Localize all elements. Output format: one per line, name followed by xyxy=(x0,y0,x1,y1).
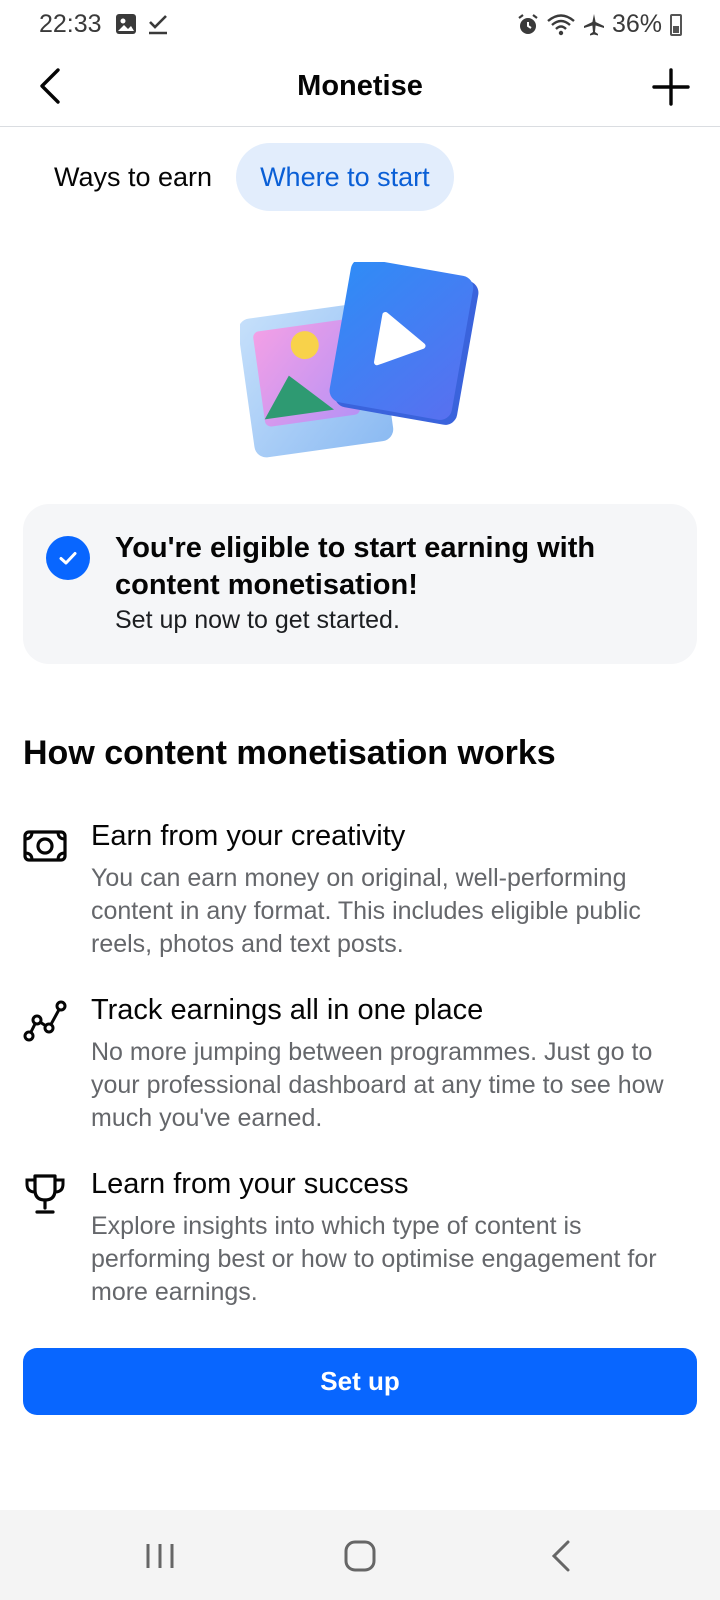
check-icon xyxy=(149,15,167,35)
money-icon xyxy=(23,830,67,862)
trend-line-icon xyxy=(23,1000,67,1042)
battery-percent: 36% xyxy=(611,10,662,38)
photo-video-icon xyxy=(240,262,479,458)
section-heading: How content monetisation works xyxy=(23,734,556,772)
plus-icon[interactable] xyxy=(648,64,694,110)
alarm-icon xyxy=(518,13,538,34)
tab-where-to-start[interactable]: Where to start xyxy=(236,143,454,211)
setup-button[interactable]: Set up xyxy=(23,1348,697,1415)
checkmark-circle-icon xyxy=(46,536,90,580)
image-icon xyxy=(116,14,136,34)
status-time: 22:33 xyxy=(39,10,102,38)
feature-item: Track earnings all in one place No more … xyxy=(23,994,703,1144)
battery-icon xyxy=(670,13,682,36)
feature-description: No more jumping between programmes. Just… xyxy=(91,1038,664,1132)
eligibility-card: You're eligible to start earning with co… xyxy=(23,504,697,664)
feature-item: Learn from your success Explore insights… xyxy=(23,1168,703,1318)
status-right-icons: 36% xyxy=(516,10,682,39)
tab-bar: Ways to earn Where to start xyxy=(30,143,454,211)
feature-title: Track earnings all in one place xyxy=(91,994,484,1026)
back-icon[interactable] xyxy=(540,1534,584,1578)
recent-apps-icon[interactable] xyxy=(138,1534,182,1578)
feature-description: You can earn money on original, well-per… xyxy=(91,864,641,958)
airplane-icon xyxy=(583,13,604,35)
feature-description: Explore insights into which type of cont… xyxy=(91,1212,657,1306)
tab-ways-to-earn[interactable]: Ways to earn xyxy=(30,143,236,211)
page-title: Monetise xyxy=(297,70,423,102)
status-bar: 22:33 36% xyxy=(0,0,720,52)
system-nav-bar xyxy=(0,1510,720,1600)
trophy-icon xyxy=(25,1174,65,1214)
feature-title: Earn from your creativity xyxy=(91,820,406,852)
wifi-icon xyxy=(547,13,575,35)
status-left-icons xyxy=(115,13,169,35)
eligibility-subtext: Set up now to get started. xyxy=(115,606,400,634)
feature-item: Earn from your creativity You can earn m… xyxy=(23,820,703,970)
feature-title: Learn from your success xyxy=(91,1168,409,1200)
eligibility-heading: You're eligible to start earning with co… xyxy=(115,532,596,601)
home-icon[interactable] xyxy=(338,1534,382,1578)
top-bar: Monetise xyxy=(0,52,720,127)
